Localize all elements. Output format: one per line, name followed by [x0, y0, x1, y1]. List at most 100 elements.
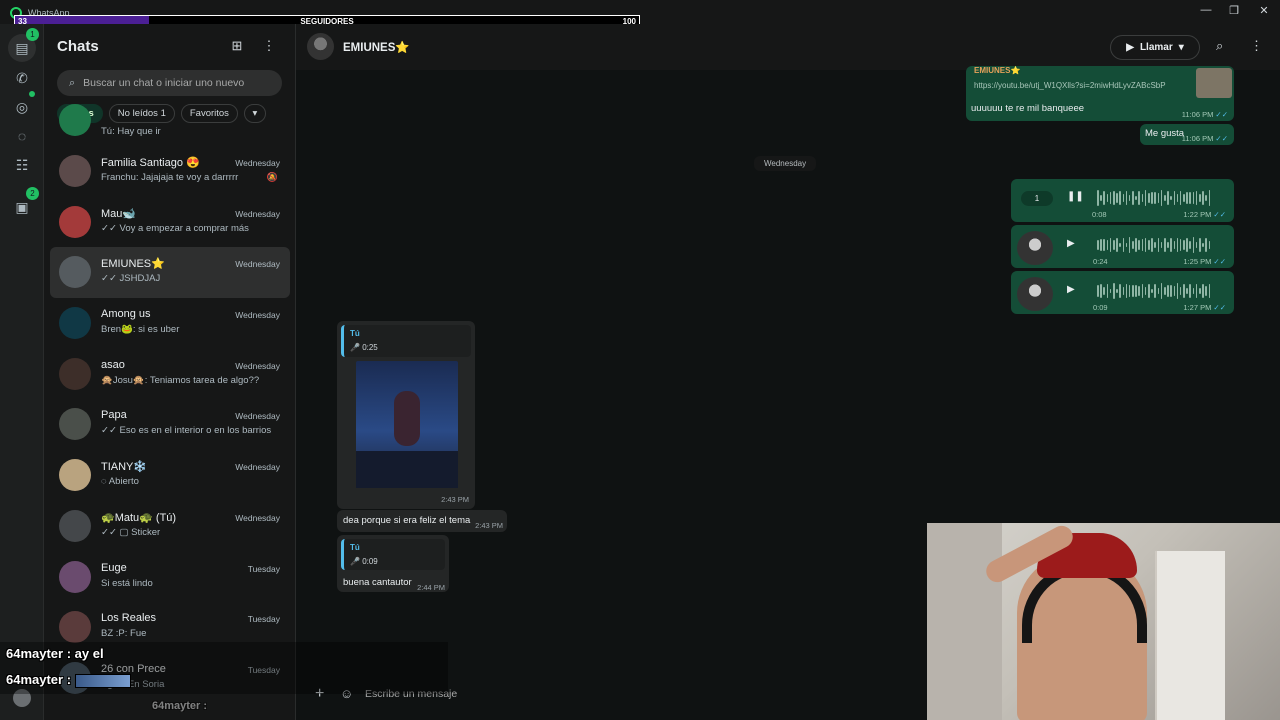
call-button[interactable]: ▶ Llamar ▾ — [1110, 35, 1200, 60]
webcam-overlay — [927, 523, 1280, 720]
chat-avatar — [59, 509, 91, 542]
chat-row[interactable]: Papa Wednesday ✓✓ Eso es en el interior o … — [50, 399, 290, 450]
close-button[interactable]: ✕ — [1254, 4, 1274, 18]
chat-name: Los Reales — [101, 612, 157, 625]
voice-message[interactable]: ▶ 0:09 1:27 PM ✓✓ — [1011, 271, 1234, 314]
pause-icon[interactable]: ❚❚ — [1067, 191, 1084, 202]
status-nav-button[interactable]: ◎ — [8, 91, 36, 121]
chat-row-partial[interactable]: Tú: Hay que ir — [50, 104, 290, 146]
voice-waveform[interactable] — [1097, 189, 1211, 207]
chat-time: Tuesday — [247, 563, 280, 574]
minimize-button[interactable]: — — [1196, 4, 1216, 18]
channels-icon: ◌ — [17, 128, 27, 144]
communities-nav-button[interactable]: ☷ — [8, 151, 36, 179]
search-icon[interactable]: ⌕ — [1216, 38, 1223, 54]
chat-name: Familia Santiago 😍 — [101, 157, 200, 169]
conversation-header[interactable]: EMIUNES⭐ ▶ Llamar ▾ ⌕ ⋮ — [296, 24, 1280, 70]
playback-speed-button[interactable]: 1 — [1021, 191, 1053, 206]
voice-waveform[interactable] — [1097, 236, 1211, 254]
message-text-reply[interactable]: Tú 🎤 0:09 buena cantautor 2:44 PM — [337, 535, 449, 592]
chat-avatar — [59, 357, 91, 390]
message-image-reply[interactable]: Tú 🎤 0:25 2:43 PM — [337, 321, 475, 509]
play-icon[interactable]: ▶ — [1067, 284, 1075, 295]
day-separator: Wednesday — [754, 156, 817, 171]
reply-quote[interactable]: Tú 🎤 0:25 — [341, 325, 471, 357]
voice-message[interactable]: ▶ 0:24 1:25 PM ✓✓ — [1011, 225, 1234, 268]
chat-row[interactable]: Euge Tuesday Si está lindo — [50, 552, 290, 603]
chat-row[interactable]: TIANY❄️ Wednesday ◌ Abierto — [50, 450, 290, 501]
webcam-background-shelf — [1155, 551, 1225, 720]
chat-row[interactable]: Familia Santiago 😍 Wednesday Franchu: Jaja… — [50, 146, 290, 197]
reply-quote[interactable]: Tú 🎤 0:09 — [341, 539, 445, 570]
stream-chat-line-faded: 64mayter : — [152, 700, 208, 712]
stream-chat-user: 64mayter — [6, 646, 64, 661]
status-new-dot — [29, 91, 35, 97]
chat-name: TIANY❄️ — [101, 461, 148, 474]
new-chat-icon[interactable]: ⊞ — [228, 38, 246, 56]
chat-bubble-icon: ▤ — [15, 39, 29, 56]
status-ring-icon: ◎ — [15, 98, 29, 115]
chat-time: Wednesday — [235, 208, 280, 219]
message-link[interactable]: EMIUNES⭐ https://youtu.be/utj_W1QXlls?si… — [966, 66, 1234, 121]
chat-name: Among us — [101, 308, 151, 321]
stream-chat-user: 64mayter — [6, 672, 64, 687]
chat-time: Wednesday — [235, 158, 280, 168]
chat-time: Wednesday — [235, 411, 280, 422]
chat-search[interactable]: ⌕ — [57, 70, 282, 96]
voice-waveform[interactable] — [1097, 282, 1211, 300]
menu-kebab-icon[interactable]: ⋮ — [260, 38, 278, 56]
chat-avatar — [59, 155, 91, 187]
voice-sender-avatar — [1017, 231, 1053, 265]
archived-nav-button[interactable]: ▣ 2 — [8, 187, 39, 221]
contact-name[interactable]: EMIUNES⭐ — [343, 40, 410, 54]
message-me-gusta[interactable]: Me gusta 11:06 PM ✓✓ — [1140, 124, 1234, 145]
channels-nav-button[interactable]: ◌ — [8, 122, 36, 150]
chat-row[interactable]: 🐢Matu🐢 (Tú) Wednesday ✓✓ ▢ Sticker — [50, 501, 290, 552]
stream-chat-line: 64mayter : — [6, 672, 131, 688]
chat-row[interactable]: Among us Wednesday Bren🐸: si es uber — [50, 298, 290, 349]
spiderman-image[interactable] — [356, 361, 458, 488]
chat-row[interactable]: Mau🐋 Wednesday ✓✓ Voy a empezar a comprar … — [50, 197, 290, 248]
video-camera-icon: ▶ — [1126, 42, 1134, 53]
message-text: dea porque si era feliz el tema — [343, 515, 471, 526]
link-text: uuuuuu te re mil banqueee — [971, 103, 1085, 114]
archived-badge: 2 — [26, 187, 39, 200]
play-icon[interactable]: ▶ — [1067, 238, 1075, 249]
search-input[interactable] — [83, 77, 264, 89]
message-time: 11:06 PM ✓✓ — [1181, 110, 1228, 119]
voice-duration: 0:09 — [1093, 303, 1108, 312]
calls-nav-button[interactable]: ✆ — [8, 64, 36, 92]
chat-avatar — [59, 459, 91, 492]
chat-name: Mau🐋 — [101, 207, 137, 220]
message-text: Me gusta — [1145, 128, 1185, 139]
message-time: 2:43 PM — [441, 495, 469, 504]
chat-row[interactable]: EMIUNES⭐ Wednesday ✓✓ JSHDJAJ — [50, 247, 290, 299]
chat-row[interactable]: asao Wednesday 🙊Josu🙊: Teniamos tarea de a… — [50, 349, 290, 400]
contact-avatar[interactable] — [307, 33, 334, 60]
chat-time: Tuesday — [247, 614, 280, 625]
chevron-down-icon: ▾ — [1178, 42, 1184, 53]
message-text-incoming[interactable]: dea porque si era feliz el tema 2:43 PM — [337, 510, 507, 532]
figure-silhouette — [394, 391, 420, 446]
link-url[interactable]: https://youtu.be/utj_W1QXlls?si=2miwHdLy… — [974, 81, 1166, 90]
chat-name: 🐢Matu🐢 (Tú) — [101, 511, 177, 524]
chats-nav-button[interactable]: ▤ 1 — [8, 28, 39, 62]
filter-unread[interactable]: No leídos 1 — [108, 104, 175, 123]
voice-message-playing[interactable]: 1 ❚❚ 0:08 1:22 PM ✓✓ — [1011, 179, 1234, 222]
chat-preview: Tú: Hay que ir — [101, 126, 161, 137]
rooftop — [356, 451, 458, 488]
maximize-button[interactable]: ❐ — [1224, 4, 1244, 18]
chat-time: Wednesday — [235, 512, 280, 523]
chat-name: Euge — [101, 561, 127, 574]
filter-more-chevron-icon[interactable]: ▾ — [243, 104, 266, 123]
communities-icon: ☷ — [15, 156, 29, 173]
message-time: 11:06 PM ✓✓ — [1181, 134, 1228, 143]
stream-chat-text: ay el — [74, 646, 104, 661]
chat-avatar — [59, 408, 91, 441]
link-thumbnail[interactable] — [1196, 68, 1232, 98]
menu-kebab-icon[interactable]: ⋮ — [1250, 38, 1263, 54]
filter-favorites[interactable]: Favoritos — [180, 104, 238, 123]
chat-preview: Franchu: Jajajaja te voy a darrrrr — [101, 172, 239, 183]
chat-preview: ✓✓ Voy a empezar a comprar más — [101, 222, 249, 234]
message-time: 1:27 PM ✓✓ — [1183, 303, 1226, 312]
